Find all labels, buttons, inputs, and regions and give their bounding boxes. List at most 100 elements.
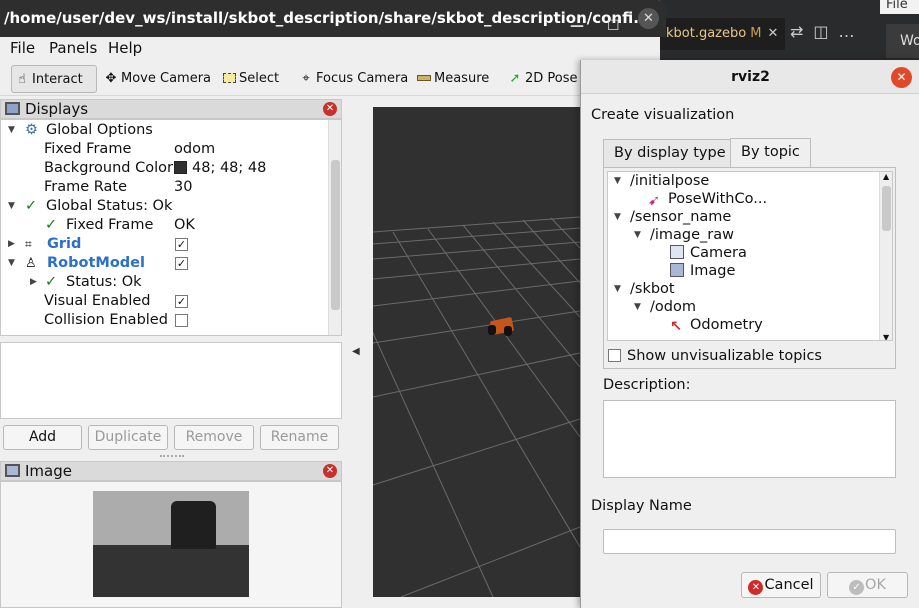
tree-row-value[interactable]: odom <box>174 140 215 159</box>
scroll-up-icon[interactable]: ▲ <box>883 172 889 181</box>
window-titlebar: /home/user/dev_ws/install/skbot_descript… <box>0 0 666 37</box>
more-icon[interactable]: … <box>839 22 855 41</box>
displays-scrollbar[interactable] <box>328 120 341 335</box>
ok-button[interactable]: ✓ OK <box>827 572 908 598</box>
tool-2d-pose-estimate[interactable]: ➚ 2D Pose E <box>505 65 590 93</box>
collapse-left-icon[interactable]: ◀ <box>352 346 360 357</box>
dialog-title: rviz2 <box>731 69 770 85</box>
panel-splitter-handle[interactable] <box>160 455 184 458</box>
topic-label: Image <box>690 263 736 279</box>
select-box-icon <box>221 65 237 93</box>
tree-row-collision-enabled[interactable]: Collision Enabled <box>1 311 328 330</box>
topic-row-skbot[interactable]: ▼ /skbot <box>612 280 675 298</box>
tree-row-global-options[interactable]: ▼ ⚙ Global Options <box>1 121 328 140</box>
background-editor-tab[interactable]: kbot.gazebo M ✕ <box>660 18 785 50</box>
cancel-icon: ✕ <box>748 580 764 595</box>
cancel-button[interactable]: ✕ Cancel <box>741 572 821 598</box>
image-icon <box>5 464 20 477</box>
tree-row-label: Global Options <box>46 122 153 138</box>
tree-row-global-status[interactable]: ▼ ✓ Global Status: Ok <box>1 197 328 216</box>
scroll-down-icon[interactable]: ▼ <box>883 333 889 340</box>
tree-row-fixed-frame-status[interactable]: ✓ Fixed Frame OK <box>1 216 328 235</box>
duplicate-button[interactable]: Duplicate <box>88 425 168 450</box>
odometry-icon: ↖ <box>670 319 683 335</box>
background-side-button[interactable]: Wo <box>886 24 919 58</box>
tree-row-frame-rate[interactable]: Frame Rate 30 <box>1 178 328 197</box>
tree-row-fixed-frame[interactable]: Fixed Frame odom <box>1 140 328 159</box>
tree-row-label: Global Status: Ok <box>46 198 173 214</box>
description-area <box>603 400 896 478</box>
menu-file[interactable]: File <box>10 39 35 57</box>
tool-select[interactable]: Select <box>219 65 279 93</box>
chevron-down-icon[interactable]: ▼ <box>634 226 641 244</box>
rename-button[interactable]: Rename <box>260 425 339 450</box>
visual-enabled-checkbox[interactable]: ✓ <box>175 295 188 308</box>
topic-row-sensor-name[interactable]: ▼ /sensor_name <box>612 208 731 226</box>
topic-row-odom[interactable]: ▼ /odom <box>632 298 696 316</box>
3d-render-view[interactable] <box>373 107 580 597</box>
tool-focus-camera[interactable]: ⌖ Focus Camera <box>296 65 408 93</box>
close-icon[interactable]: ✕ <box>891 67 912 88</box>
grid-enabled-checkbox[interactable]: ✓ <box>175 238 188 251</box>
menu-panels[interactable]: Panels <box>49 39 97 57</box>
chevron-down-icon[interactable]: ▼ <box>8 254 15 273</box>
tool-move-camera[interactable]: ✥ Move Camera <box>101 65 211 93</box>
topic-row-odometry[interactable]: ↖ Odometry <box>670 316 763 335</box>
display-name-input[interactable] <box>603 529 896 554</box>
show-unvisualizable-toggle[interactable]: Show unvisualizable topics <box>608 348 822 364</box>
show-unvisualizable-checkbox[interactable] <box>608 349 621 362</box>
display-description-box <box>0 342 342 419</box>
close-icon[interactable]: ✕ <box>323 464 337 478</box>
close-icon[interactable]: ✕ <box>638 8 659 29</box>
tree-row-robotmodel[interactable]: ▼ ♙ RobotModel ✓ <box>1 254 328 273</box>
collision-enabled-checkbox[interactable] <box>175 314 188 327</box>
remove-button[interactable]: Remove <box>174 425 254 450</box>
topic-row-image-raw[interactable]: ▼ /image_raw <box>632 226 734 244</box>
close-icon[interactable]: ✕ <box>323 102 337 116</box>
chevron-down-icon[interactable]: ▼ <box>614 172 621 190</box>
scrollbar-thumb[interactable] <box>882 186 891 231</box>
description-label: Description: <box>603 377 691 393</box>
chevron-right-icon[interactable]: ▶ <box>30 273 37 292</box>
chevron-down-icon[interactable]: ▼ <box>634 298 641 316</box>
chevron-down-icon[interactable]: ▼ <box>614 280 621 298</box>
chevron-down-icon[interactable]: ▼ <box>8 121 15 140</box>
minimize-icon[interactable]: — <box>570 8 584 37</box>
tree-row-value[interactable]: 30 <box>174 178 192 197</box>
chevron-right-icon[interactable]: ▶ <box>8 235 15 254</box>
tree-row-robot-status[interactable]: ▶ ✓ Status: Ok <box>1 273 328 292</box>
menu-help[interactable]: Help <box>108 39 142 57</box>
menubar: File Panels Help <box>0 37 580 59</box>
tab-by-display-type[interactable]: By display type <box>603 139 737 167</box>
tool-focus-camera-label: Focus Camera <box>316 71 409 86</box>
topic-tab-panel: ▼ /initialpose ➹ PoseWithCo... ▼ /sensor_… <box>603 167 896 369</box>
tool-move-camera-label: Move Camera <box>121 71 212 86</box>
maximize-icon[interactable]: ☐ <box>607 8 620 37</box>
add-button[interactable]: Add <box>3 425 82 450</box>
topic-row-image[interactable]: Image <box>670 262 735 280</box>
tool-measure[interactable]: Measure <box>414 65 489 93</box>
scrollbar-thumb[interactable] <box>331 160 340 310</box>
topic-scrollbar[interactable]: ▲ ▼ <box>879 172 892 340</box>
topic-tree: ▼ /initialpose ➹ PoseWithCo... ▼ /sensor_… <box>607 171 893 341</box>
color-value[interactable]: 48; 48; 48 <box>174 159 266 178</box>
chevron-down-icon[interactable]: ▼ <box>614 208 621 226</box>
camera-icon <box>670 245 684 259</box>
tool-interact[interactable]: ☝ Interact <box>11 65 97 93</box>
topic-row-posewithcovariance[interactable]: ➹ PoseWithCo... <box>648 190 767 209</box>
tree-row-background-color[interactable]: Background Color 48; 48; 48 <box>1 159 328 178</box>
robotmodel-enabled-checkbox[interactable]: ✓ <box>175 257 188 270</box>
compare-icon[interactable]: ⇄ <box>790 22 803 41</box>
tree-row-visual-enabled[interactable]: Visual Enabled ✓ <box>1 292 328 311</box>
displays-panel-title: Displays <box>25 100 89 118</box>
chevron-down-icon[interactable]: ▼ <box>8 197 15 216</box>
close-icon[interactable]: ✕ <box>767 26 778 41</box>
focus-camera-icon: ⌖ <box>302 71 310 86</box>
split-editor-icon[interactable]: ◫ <box>813 22 828 41</box>
topic-row-initialpose[interactable]: ▼ /initialpose <box>612 172 709 190</box>
topic-row-camera[interactable]: Camera <box>670 244 747 262</box>
tree-row-grid[interactable]: ▶ ⌗ Grid ✓ <box>1 235 328 254</box>
tab-by-topic[interactable]: By topic <box>730 138 811 168</box>
background-menu-file[interactable]: File <box>880 0 919 14</box>
image-panel-header: Image ✕ <box>0 461 342 481</box>
